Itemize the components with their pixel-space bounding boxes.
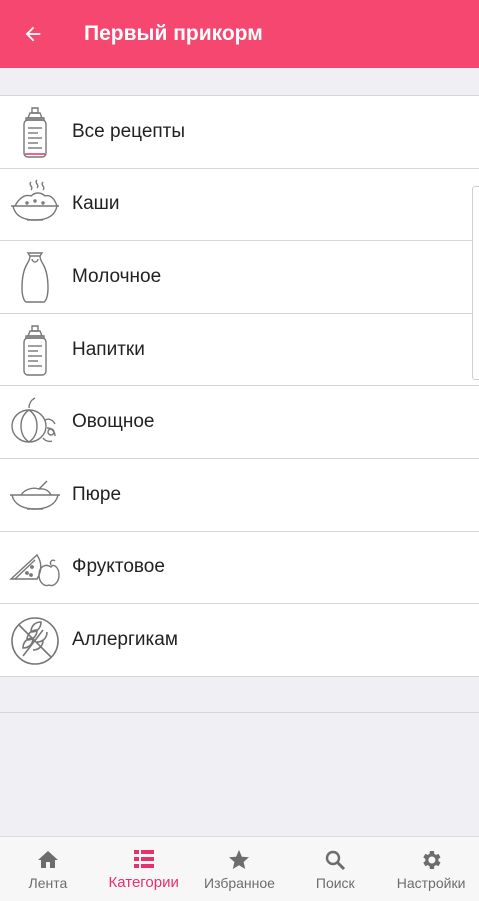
pumpkin-icon xyxy=(6,392,64,452)
category-item-drinks[interactable]: Напитки xyxy=(0,314,479,387)
nav-feed[interactable]: Лента xyxy=(0,837,96,901)
no-wheat-icon xyxy=(6,610,64,670)
nav-label: Категории xyxy=(108,874,179,891)
list-icon xyxy=(133,850,154,868)
scrollbar[interactable] xyxy=(472,186,479,380)
bottom-navigation: Лента Категории Избранное Поиск Настройк… xyxy=(0,836,479,901)
app-bar: Первый прикорм xyxy=(0,0,479,68)
home-icon xyxy=(37,850,58,868)
category-item-vegetables[interactable]: Овощное xyxy=(0,386,479,459)
nav-label: Избранное xyxy=(204,874,275,891)
category-label: Фруктовое xyxy=(72,556,165,578)
category-label: Молочное xyxy=(72,265,162,287)
category-item-fruit[interactable]: Фруктовое xyxy=(0,532,479,605)
category-item-dairy[interactable]: Молочное xyxy=(0,241,479,314)
category-item-puree[interactable]: Пюре xyxy=(0,459,479,532)
category-item-all-recipes[interactable]: Все рецепты xyxy=(0,96,479,169)
search-icon xyxy=(326,850,346,870)
nav-favorites[interactable]: Избранное xyxy=(192,837,288,901)
category-item-allergy[interactable]: Аллергикам xyxy=(0,604,479,677)
gear-icon xyxy=(423,850,441,869)
arrow-back-icon xyxy=(25,26,41,42)
category-label: Овощное xyxy=(72,411,155,433)
back-button[interactable] xyxy=(0,0,66,68)
nav-label: Настройки xyxy=(396,874,466,891)
star-icon xyxy=(229,849,250,869)
category-label: Аллергикам xyxy=(72,628,178,650)
category-label: Напитки xyxy=(72,338,145,360)
nav-settings[interactable]: Настройки xyxy=(383,837,479,901)
divider xyxy=(0,712,479,713)
nav-search[interactable]: Поиск xyxy=(287,837,383,901)
porridge-bowl-icon xyxy=(6,174,64,234)
category-item-porridge[interactable]: Каши xyxy=(0,169,479,242)
category-label: Все рецепты xyxy=(72,120,186,142)
baby-bottle-icon xyxy=(6,102,64,162)
nav-label: Поиск xyxy=(315,874,355,891)
baby-bottle-icon xyxy=(6,320,64,380)
nav-label: Лента xyxy=(28,874,68,891)
puree-bowl-icon xyxy=(6,465,64,525)
category-label: Пюре xyxy=(72,483,122,505)
nav-categories[interactable]: Категории xyxy=(96,837,192,901)
page-title: Первый прикорм xyxy=(84,22,263,45)
watermelon-apple-icon xyxy=(6,537,64,597)
category-label: Каши xyxy=(72,193,120,215)
category-list: Все рецепты Каши Молочное Напитки Овощно… xyxy=(0,95,479,677)
milk-jug-icon xyxy=(6,247,64,307)
